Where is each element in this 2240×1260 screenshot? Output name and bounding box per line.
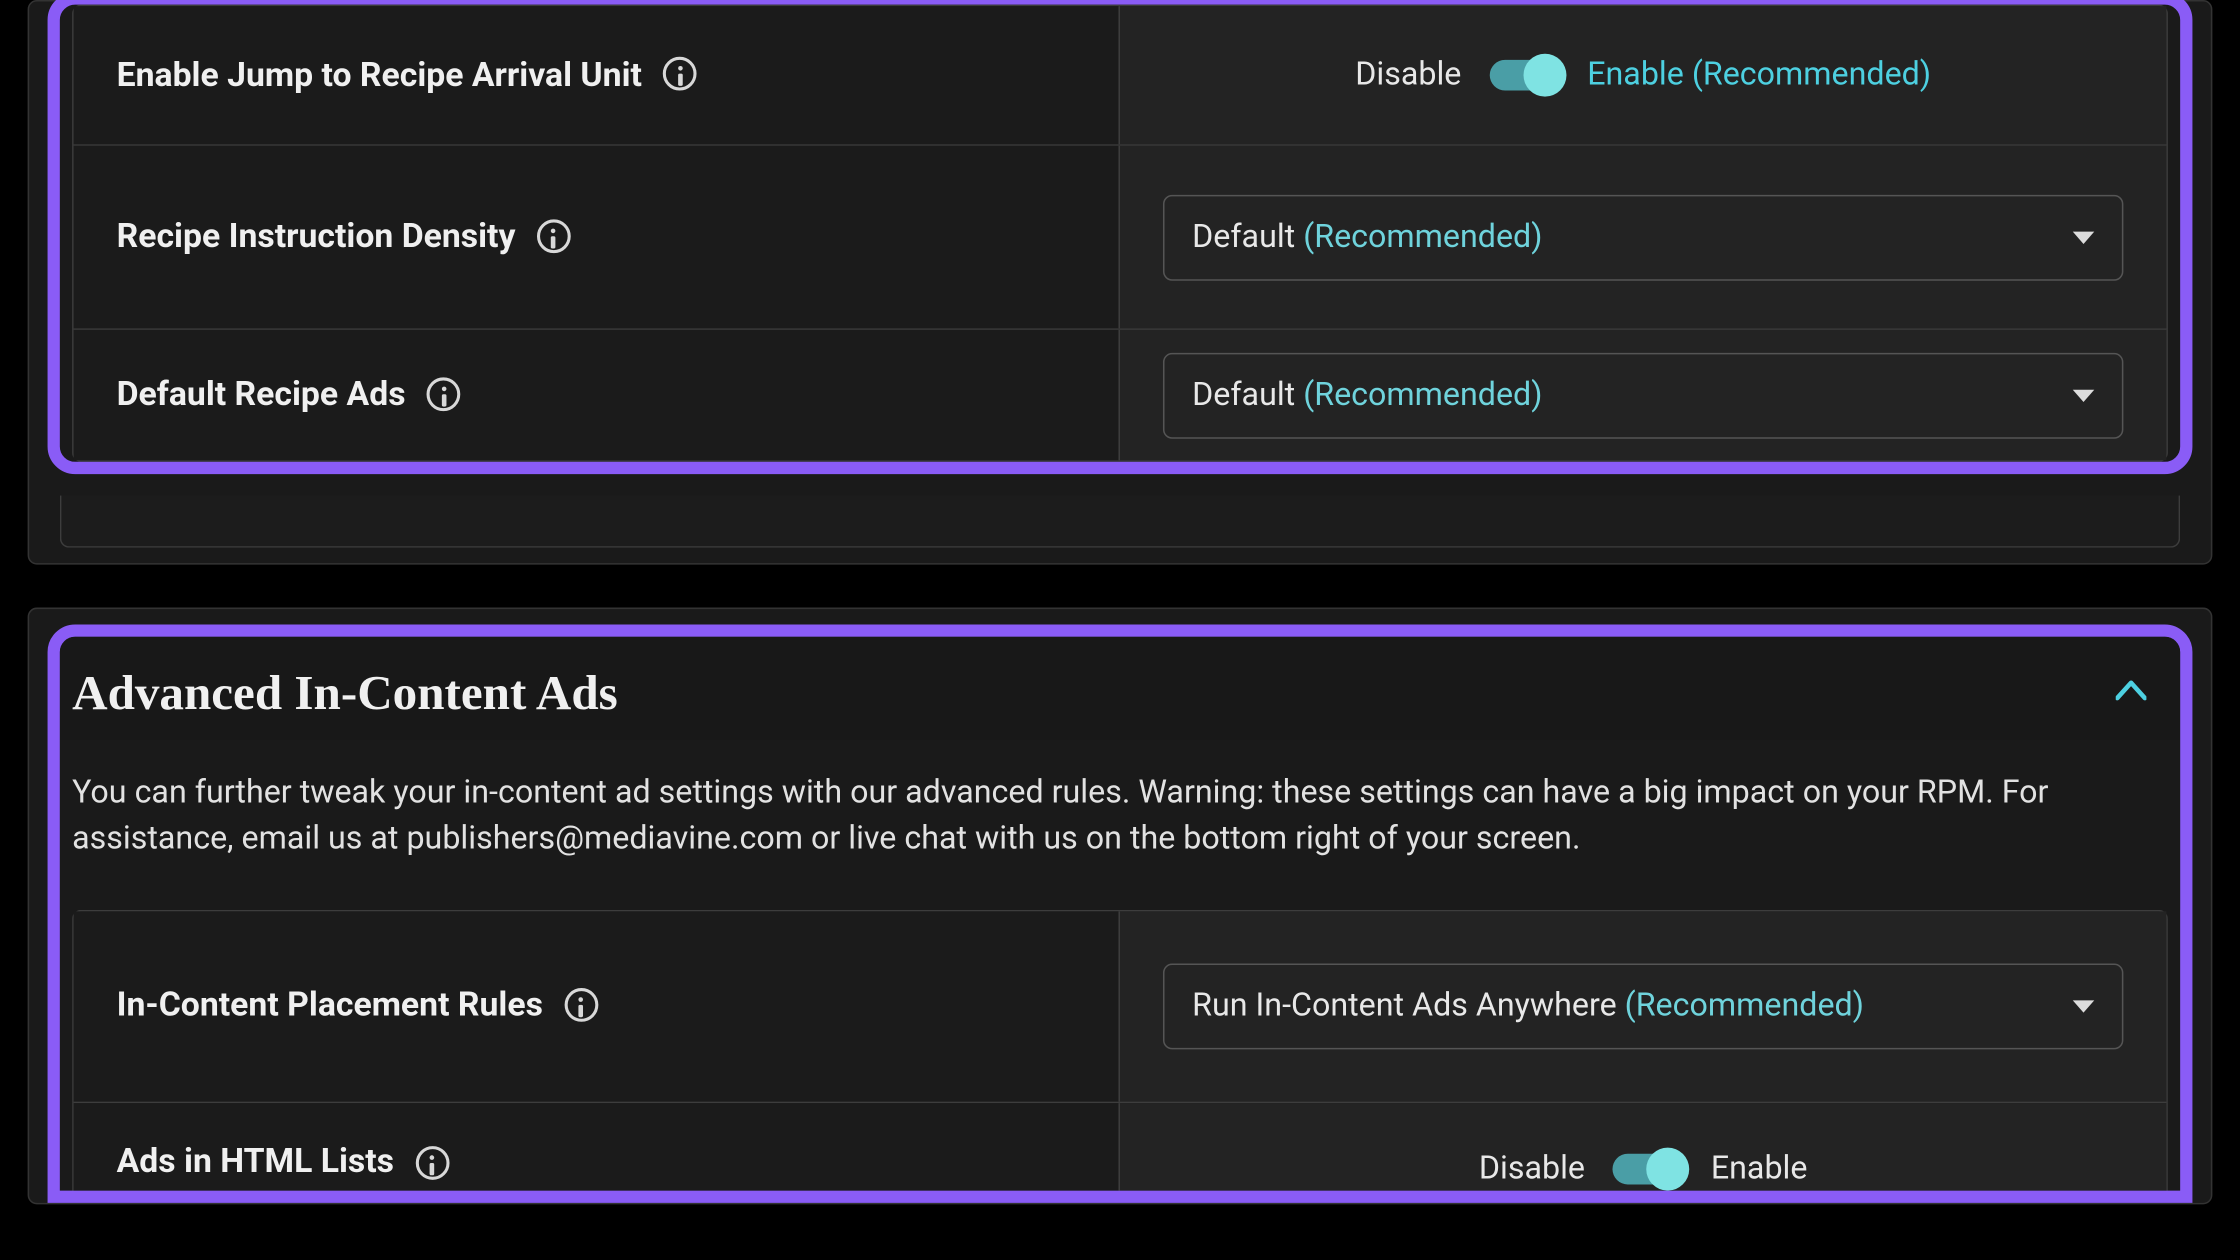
toggle-ads-html-lists[interactable]: Disable Enable	[1479, 1150, 1808, 1187]
dropdown-value: Default	[1192, 377, 1295, 414]
dropdown-placement-rules[interactable]: Run In-Content Ads Anywhere (Recommended…	[1163, 963, 2123, 1049]
setting-row-jump-to-recipe: Enable Jump to Recipe Arrival Unit Disab…	[74, 6, 2167, 144]
dropdown-recommended: (Recommended)	[1295, 377, 1542, 414]
setting-label: Ads in HTML Lists	[117, 1143, 394, 1181]
toggle-disable-label: Disable	[1479, 1150, 1585, 1187]
section-header-advanced[interactable]: Advanced In-Content Ads	[60, 637, 2180, 740]
chevron-down-icon	[2073, 389, 2094, 401]
dropdown-instruction-density[interactable]: Default (Recommended)	[1163, 194, 2123, 280]
setting-label: Enable Jump to Recipe Arrival Unit	[117, 56, 642, 94]
dropdown-value: Run In-Content Ads Anywhere	[1192, 988, 1617, 1025]
setting-label: Default Recipe Ads	[117, 376, 406, 414]
toggle-enable-label: Enable	[1711, 1150, 1808, 1187]
setting-row-placement-rules: In-Content Placement Rules Run In-Conten…	[74, 911, 2167, 1101]
info-icon[interactable]	[415, 1146, 449, 1180]
info-icon[interactable]	[537, 219, 571, 253]
info-icon[interactable]	[663, 57, 697, 91]
dropdown-default-recipe-ads[interactable]: Default (Recommended)	[1163, 352, 2123, 438]
chevron-down-icon	[2073, 231, 2094, 243]
panel-bottom-sliver	[60, 496, 2180, 548]
section-title: Advanced In-Content Ads	[72, 664, 618, 721]
highlighted-settings-top: Enable Jump to Recipe Arrival Unit Disab…	[48, 0, 2193, 474]
toggle-switch[interactable]	[1613, 1154, 1684, 1185]
chevron-up-icon	[2116, 677, 2147, 709]
toggle-jump-to-recipe[interactable]: Disable Enable (Recommended)	[1355, 57, 1931, 94]
setting-row-ads-html-lists: Ads in HTML Lists Disable Enable	[74, 1101, 2167, 1190]
toggle-enable-label: Enable (Recommended)	[1587, 57, 1931, 94]
toggle-switch[interactable]	[1489, 60, 1560, 91]
dropdown-value: Default	[1192, 219, 1295, 256]
toggle-disable-label: Disable	[1355, 57, 1461, 94]
setting-label: Recipe Instruction Density	[117, 218, 516, 256]
dropdown-recommended: (Recommended)	[1295, 219, 1542, 256]
info-icon[interactable]	[564, 988, 598, 1022]
section-description: You can further tweak your in-content ad…	[60, 740, 2180, 910]
highlighted-advanced-section: Advanced In-Content Ads You can further …	[48, 624, 2193, 1202]
dropdown-recommended: (Recommended)	[1617, 988, 1864, 1025]
setting-row-default-recipe-ads: Default Recipe Ads Default (Recommended)	[74, 328, 2167, 460]
setting-row-instruction-density: Recipe Instruction Density Default (Reco…	[74, 144, 2167, 328]
chevron-down-icon	[2073, 1000, 2094, 1012]
info-icon[interactable]	[427, 377, 461, 411]
setting-label: In-Content Placement Rules	[117, 987, 543, 1025]
